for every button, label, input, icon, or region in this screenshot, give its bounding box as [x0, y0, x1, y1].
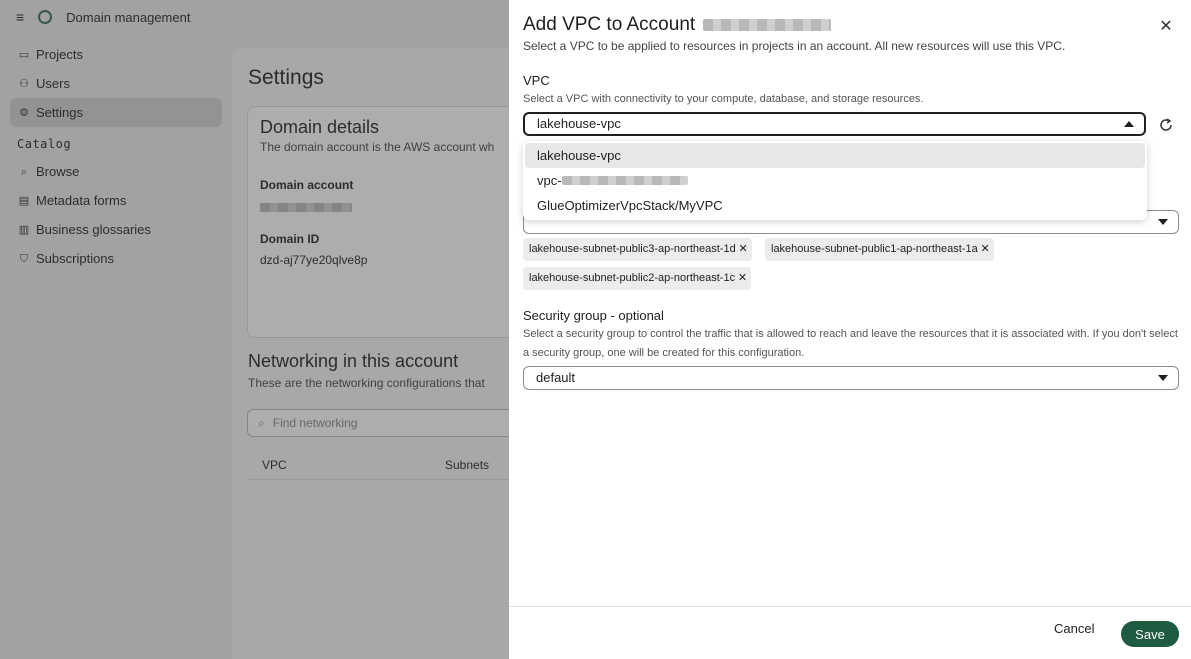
cancel-button[interactable]: Cancel [1054, 621, 1094, 636]
remove-tag-icon[interactable]: ✕ [738, 238, 747, 261]
caret-down-icon [1158, 375, 1168, 381]
caret-down-icon [1158, 219, 1168, 225]
footer-divider [509, 606, 1191, 607]
vpc-id-redacted [561, 176, 688, 185]
drawer-subtitle: Select a VPC to be applied to resources … [523, 39, 1066, 53]
security-group-value: default [536, 370, 576, 385]
caret-up-icon [1124, 121, 1134, 127]
account-id-redacted [703, 19, 832, 31]
vpc-select[interactable]: lakehouse-vpc [523, 112, 1146, 136]
vpc-option[interactable]: GlueOptimizerVpcStack/MyVPC [525, 193, 1145, 218]
vpc-dropdown-list: lakehouse-vpc vpc- GlueOptimizerVpcStack… [523, 141, 1147, 220]
vpc-option-label: vpc- [537, 173, 562, 188]
drawer-title-text: Add VPC to Account [523, 14, 696, 35]
security-group-select[interactable]: default [523, 366, 1179, 390]
security-group-help: Select a security group to control the t… [523, 328, 1178, 359]
close-icon[interactable]: ✕ [1157, 18, 1175, 36]
modal-overlay[interactable] [0, 0, 509, 659]
add-vpc-drawer: Add VPC to Account ✕ Select a VPC to be … [509, 0, 1191, 659]
subnet-tag-label: lakehouse-subnet-public1-ap-northeast-1a [771, 243, 978, 255]
subnet-tag: lakehouse-subnet-public3-ap-northeast-1d… [523, 238, 752, 261]
refresh-icon[interactable] [1157, 116, 1175, 134]
save-button[interactable]: Save [1121, 621, 1179, 647]
vpc-option[interactable]: lakehouse-vpc [525, 143, 1145, 168]
remove-tag-icon[interactable]: ✕ [980, 238, 989, 261]
vpc-select-value: lakehouse-vpc [537, 116, 621, 131]
remove-tag-icon[interactable]: ✕ [738, 267, 747, 290]
drawer-title: Add VPC to Account [523, 14, 832, 36]
vpc-label: VPC [523, 73, 550, 88]
security-group-label: Security group - optional [523, 308, 664, 323]
vpc-option[interactable]: vpc- [525, 168, 1145, 193]
subnet-tag: lakehouse-subnet-public1-ap-northeast-1a… [765, 238, 994, 261]
subnet-tag-label: lakehouse-subnet-public3-ap-northeast-1d [529, 243, 736, 255]
subnet-tag: lakehouse-subnet-public2-ap-northeast-1c… [523, 267, 752, 290]
vpc-help: Select a VPC with connectivity to your c… [523, 93, 924, 105]
subnet-tag-label: lakehouse-subnet-public2-ap-northeast-1c [529, 272, 736, 284]
